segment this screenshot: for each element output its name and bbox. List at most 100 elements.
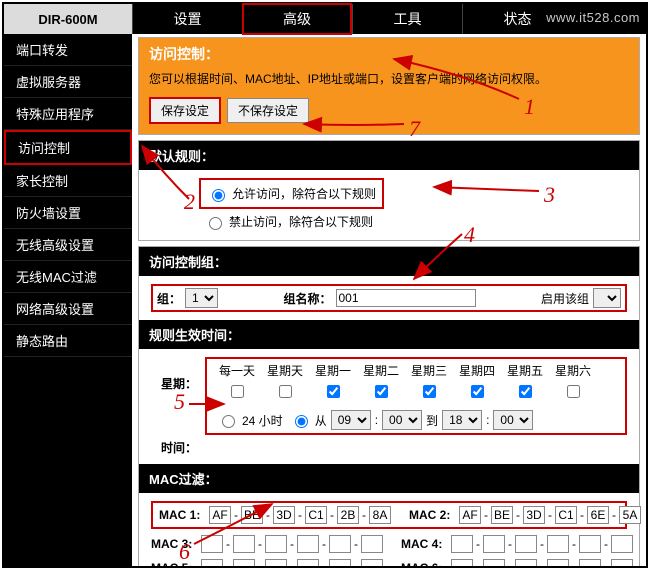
- mac-row-4: MAC 4:-----: [401, 535, 633, 553]
- radio-allow-label: 允许访问，除符合以下规则: [232, 185, 376, 202]
- mac-1-oct-6[interactable]: [369, 506, 391, 524]
- mac-1-oct-2[interactable]: [241, 506, 263, 524]
- day-chk-5[interactable]: [471, 385, 484, 398]
- enable-group-label: 启用该组: [541, 290, 589, 307]
- day-chk-6[interactable]: [519, 385, 532, 398]
- mac-2-oct-5[interactable]: [587, 506, 609, 524]
- day-h-7: 星期六: [549, 362, 597, 379]
- mac-3-oct-3[interactable]: [265, 535, 287, 553]
- day-h-4: 星期三: [405, 362, 453, 379]
- mac-6-oct-2[interactable]: [483, 559, 505, 566]
- mac-2-oct-3[interactable]: [523, 506, 545, 524]
- mac-4-oct-4[interactable]: [547, 535, 569, 553]
- sidebar-item-net-adv[interactable]: 网络高级设置: [4, 293, 132, 325]
- mac-5-oct-6[interactable]: [361, 559, 383, 566]
- to-min[interactable]: 00: [493, 410, 533, 430]
- mac-4-oct-2[interactable]: [483, 535, 505, 553]
- group-title: 访问控制组：: [139, 247, 639, 276]
- access-title: 访问控制：: [139, 38, 639, 66]
- mac-4-oct-6[interactable]: [611, 535, 633, 553]
- sidebar-item-static-route[interactable]: 静态路由: [4, 325, 132, 357]
- enable-group-select[interactable]: [593, 288, 621, 308]
- radio-24h[interactable]: [222, 415, 235, 428]
- radio-range[interactable]: [295, 415, 308, 428]
- model-label: DIR-600M: [4, 4, 132, 34]
- mac-4-oct-5[interactable]: [579, 535, 601, 553]
- tab-advanced[interactable]: 高级: [242, 3, 352, 35]
- tab-setup[interactable]: 设置: [132, 4, 242, 34]
- sidebar-item-access-control[interactable]: 访问控制: [4, 130, 132, 165]
- mac-5-oct-5[interactable]: [329, 559, 351, 566]
- group-label: 组：: [157, 290, 181, 307]
- mac-5-oct-1[interactable]: [201, 559, 223, 566]
- mac-5-oct-3[interactable]: [265, 559, 287, 566]
- time-title: 规则生效时间：: [139, 320, 639, 349]
- day-chk-7[interactable]: [567, 385, 580, 398]
- day-chk-1[interactable]: [279, 385, 292, 398]
- mac-6-oct-5[interactable]: [579, 559, 601, 566]
- from-hour[interactable]: 09: [331, 410, 371, 430]
- day-h-6: 星期五: [501, 362, 549, 379]
- group-row: 组： 1 组名称： 启用该组: [151, 284, 627, 312]
- mac-1-oct-1[interactable]: [209, 506, 231, 524]
- mac-2-oct-2[interactable]: [491, 506, 513, 524]
- day-h-3: 星期二: [357, 362, 405, 379]
- day-h-0: 每一天: [213, 362, 261, 379]
- radio-allow[interactable]: [212, 189, 225, 202]
- mac-3-oct-2[interactable]: [233, 535, 255, 553]
- day-h-1: 星期天: [261, 362, 309, 379]
- day-chk-2[interactable]: [327, 385, 340, 398]
- mac-5-oct-4[interactable]: [297, 559, 319, 566]
- mac-3-oct-6[interactable]: [361, 535, 383, 553]
- tab-tools[interactable]: 工具: [352, 4, 462, 34]
- mac-4-oct-1[interactable]: [451, 535, 473, 553]
- radio-24h-label: 24 小时: [242, 412, 283, 429]
- sidebar-item-port-forward[interactable]: 端口转发: [4, 34, 132, 66]
- from-min[interactable]: 00: [382, 410, 422, 430]
- time-label: 时间：: [161, 441, 197, 455]
- mac-2-oct-4[interactable]: [555, 506, 577, 524]
- day-chk-0[interactable]: [231, 385, 244, 398]
- mac-label-5: MAC 5:: [151, 561, 199, 566]
- save-button[interactable]: 保存设定: [149, 97, 221, 124]
- nosave-button[interactable]: 不保存设定: [227, 98, 309, 123]
- mac-row-3: MAC 3:-----: [151, 535, 383, 553]
- group-select[interactable]: 1: [185, 288, 218, 308]
- sidebar-item-special-apps[interactable]: 特殊应用程序: [4, 98, 132, 130]
- sidebar-item-parental[interactable]: 家长控制: [4, 165, 132, 197]
- group-time-mac-panel: 访问控制组： 组： 1 组名称： 启用该组: [138, 246, 640, 566]
- day-h-5: 星期四: [453, 362, 501, 379]
- mac-1-oct-4[interactable]: [305, 506, 327, 524]
- mac-6-oct-4[interactable]: [547, 559, 569, 566]
- mac-6-oct-1[interactable]: [451, 559, 473, 566]
- sidebar-item-wifi-mac[interactable]: 无线MAC过滤: [4, 261, 132, 293]
- mac-3-oct-4[interactable]: [297, 535, 319, 553]
- mac-2-oct-6[interactable]: [619, 506, 641, 524]
- mac-row-5: MAC 5:-----: [151, 559, 383, 566]
- day-h-2: 星期一: [309, 362, 357, 379]
- radio-deny[interactable]: [209, 217, 222, 230]
- mac-4-oct-3[interactable]: [515, 535, 537, 553]
- sidebar-item-firewall[interactable]: 防火墙设置: [4, 197, 132, 229]
- mac-5-oct-2[interactable]: [233, 559, 255, 566]
- sidebar-item-virtual-server[interactable]: 虚拟服务器: [4, 66, 132, 98]
- sidebar-item-wifi-adv[interactable]: 无线高级设置: [4, 229, 132, 261]
- group-name-input[interactable]: [336, 289, 476, 307]
- mac-label-4: MAC 4:: [401, 537, 449, 551]
- mac-3-oct-5[interactable]: [329, 535, 351, 553]
- day-chk-3[interactable]: [375, 385, 388, 398]
- mac-title: MAC过滤：: [139, 464, 639, 493]
- top-bar: DIR-600M 设置 高级 工具 状态 www.it528.com: [4, 4, 646, 34]
- mac-2-oct-1[interactable]: [459, 506, 481, 524]
- day-chk-4[interactable]: [423, 385, 436, 398]
- mac-row-2: MAC 2:-----: [409, 506, 641, 524]
- mac-1-oct-5[interactable]: [337, 506, 359, 524]
- mac-6-oct-6[interactable]: [611, 559, 633, 566]
- mac-label-3: MAC 3:: [151, 537, 199, 551]
- mac-3-oct-1[interactable]: [201, 535, 223, 553]
- mac-6-oct-3[interactable]: [515, 559, 537, 566]
- mac-1-oct-3[interactable]: [273, 506, 295, 524]
- mac-label-1: MAC 1:: [159, 508, 207, 522]
- sidebar: 端口转发 虚拟服务器 特殊应用程序 访问控制 家长控制 防火墙设置 无线高级设置…: [4, 34, 132, 566]
- to-hour[interactable]: 18: [442, 410, 482, 430]
